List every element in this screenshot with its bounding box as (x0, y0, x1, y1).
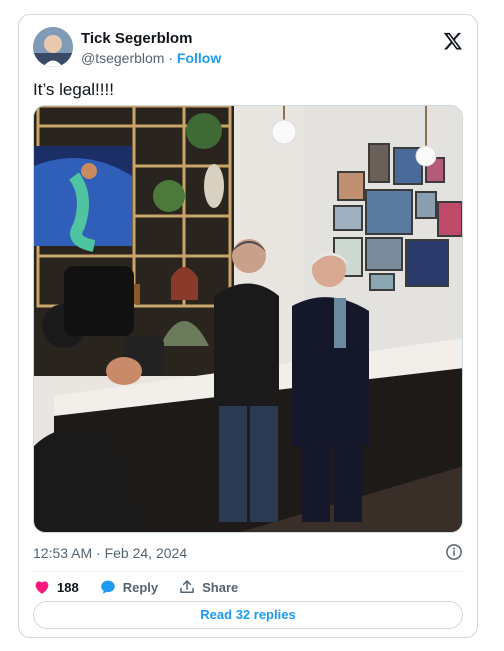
reply-button[interactable]: Reply (99, 578, 158, 596)
share-label: Share (202, 579, 239, 595)
share-icon (180, 580, 194, 593)
timestamp-row: 12:53 AM · Feb 24, 2024 (33, 543, 463, 563)
tweet-timestamp[interactable]: 12:53 AM · Feb 24, 2024 (33, 545, 187, 561)
heart-icon (35, 581, 49, 594)
follow-button[interactable]: Follow (177, 50, 221, 66)
avatar-photo-icon (33, 27, 73, 67)
tweet-embed-card: Tick Segerblom @tsegerblom · Follow It’s… (18, 14, 478, 638)
tweet-actions: 188 Reply Share (33, 576, 463, 598)
info-icon[interactable] (445, 543, 463, 561)
read-replies-button[interactable]: Read 32 replies (33, 601, 463, 629)
author-handle[interactable]: @tsegerblom (81, 50, 164, 66)
reply-bubble-icon (100, 580, 115, 594)
author-handle-row: @tsegerblom · Follow (81, 49, 221, 67)
tweet-header: Tick Segerblom @tsegerblom · Follow (33, 27, 463, 69)
tweet-media-photo[interactable] (33, 105, 463, 533)
actions-divider (33, 571, 463, 572)
author-info: Tick Segerblom @tsegerblom · Follow (81, 29, 221, 67)
tweet-text: It’s legal!!!! (33, 80, 114, 99)
handle-separator: · (168, 50, 174, 66)
reply-label: Reply (122, 579, 159, 595)
x-logo-icon[interactable] (443, 31, 463, 51)
like-count: 188 (57, 579, 79, 595)
photo-bar-scene (34, 106, 462, 532)
like-button[interactable]: 188 (33, 578, 79, 596)
author-display-name[interactable]: Tick Segerblom (81, 29, 221, 48)
author-avatar[interactable] (33, 27, 73, 67)
share-button[interactable]: Share (178, 578, 238, 596)
